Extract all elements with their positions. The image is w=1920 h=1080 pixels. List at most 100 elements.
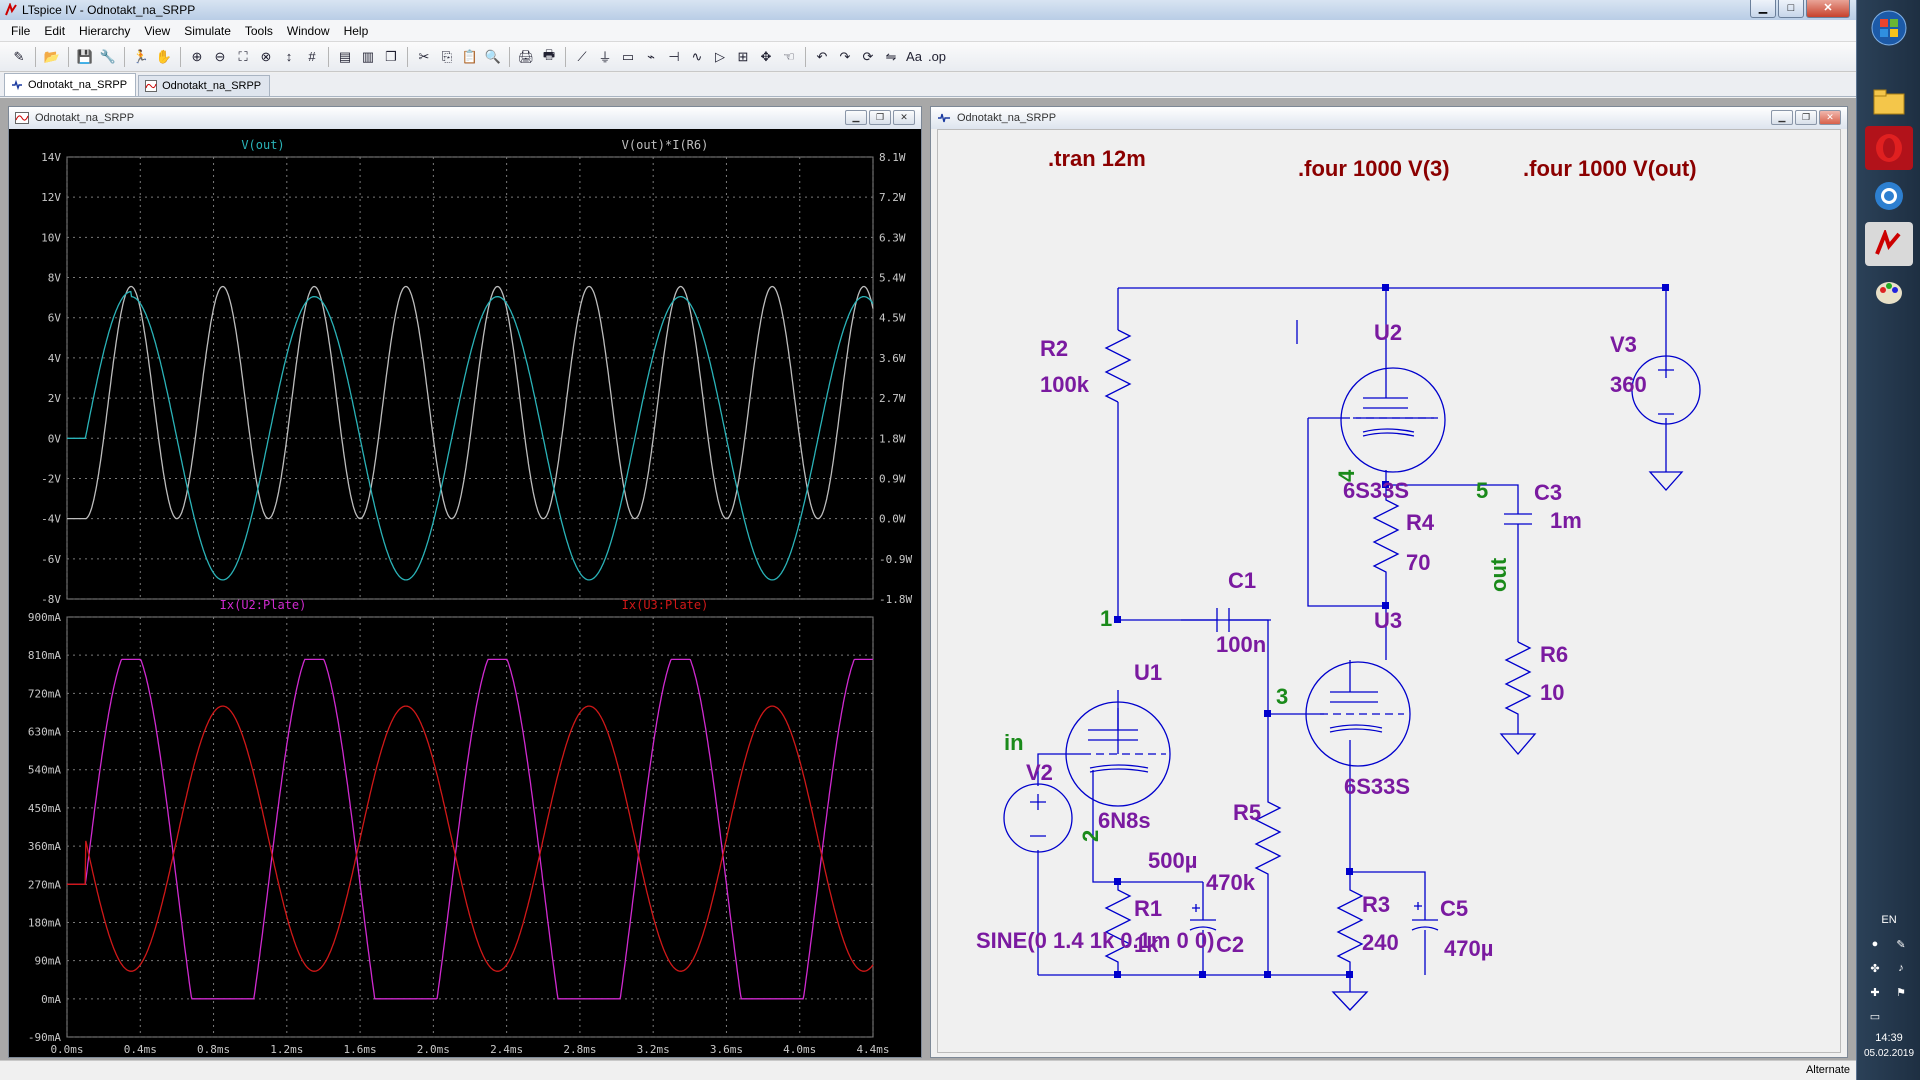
r6-value[interactable]: 10 [1540, 680, 1564, 705]
restore-button[interactable]: ❐ [869, 110, 891, 125]
r6-name[interactable]: R6 [1540, 642, 1568, 667]
directive-tran[interactable]: .tran 12m [1048, 146, 1146, 171]
wire-icon[interactable]: ⟋ [571, 46, 593, 68]
u1-value[interactable]: 6N8s [1098, 808, 1151, 833]
display-icon[interactable]: ▭ [1867, 1010, 1883, 1023]
cut-icon[interactable]: ✂ [413, 46, 435, 68]
resistor-icon[interactable]: ⌁ [640, 46, 662, 68]
move-icon[interactable]: ✥ [755, 46, 777, 68]
ltspice-icon[interactable] [1865, 222, 1913, 266]
minimize-button[interactable]: ▁ [1750, 0, 1776, 18]
zoom-out-icon[interactable]: ⊖ [209, 46, 231, 68]
trace-iu2[interactable] [67, 658, 873, 1000]
source-spec[interactable]: SINE(0 1.4 1k 0.1m 0 0) [976, 928, 1214, 953]
close-button[interactable]: ✕ [893, 110, 915, 125]
c1-value[interactable]: 100n [1216, 632, 1266, 657]
menu-window[interactable]: Window [280, 24, 337, 38]
restore-button[interactable]: ❐ [1795, 110, 1817, 125]
u3-value[interactable]: 6S33S [1344, 774, 1410, 799]
r3-value[interactable]: 240 [1362, 930, 1399, 955]
directive-four-v3[interactable]: .four 1000 V(3) [1298, 156, 1450, 181]
menu-edit[interactable]: Edit [37, 24, 72, 38]
inductor-icon[interactable]: ∿ [686, 46, 708, 68]
diode-icon[interactable]: ▷ [709, 46, 731, 68]
mirror-icon[interactable]: ⇋ [880, 46, 902, 68]
close-button[interactable]: ✕ [1819, 110, 1841, 125]
v2-name[interactable]: V2 [1026, 760, 1053, 785]
component-icon[interactable]: ⊞ [732, 46, 754, 68]
open-icon[interactable]: 📂 [41, 46, 63, 68]
new-schematic-icon[interactable]: ✎ [8, 46, 30, 68]
tile-vertical-icon[interactable]: ▥ [357, 46, 379, 68]
r2-name[interactable]: R2 [1040, 336, 1068, 361]
c5-value[interactable]: 470µ [1444, 936, 1493, 961]
language-indicator[interactable]: EN [1857, 914, 1920, 926]
skype-icon[interactable]: ● [1867, 938, 1883, 950]
net-label-1[interactable]: 1 [1100, 606, 1112, 631]
text-icon[interactable]: Aa [903, 46, 925, 68]
rotate-icon[interactable]: ⟳ [857, 46, 879, 68]
c3-name[interactable]: C3 [1534, 480, 1562, 505]
r1-value[interactable]: 1k [1134, 932, 1159, 957]
tile-horizontal-icon[interactable]: ▤ [334, 46, 356, 68]
flag-icon[interactable]: ⚑ [1893, 986, 1909, 999]
net-label-4[interactable]: 4 [1334, 469, 1359, 482]
menu-help[interactable]: Help [337, 24, 376, 38]
menu-hierarchy[interactable]: Hierarchy [72, 24, 137, 38]
paint-icon[interactable] [1865, 270, 1913, 314]
v3-value[interactable]: 360 [1610, 372, 1647, 397]
zoom-in-icon[interactable]: ⊕ [186, 46, 208, 68]
volume-icon[interactable]: ♪ [1893, 962, 1909, 974]
spice-directive-icon[interactable]: .op [926, 46, 948, 68]
clock-date[interactable]: 05.02.2019 [1857, 1048, 1920, 1059]
c5-name[interactable]: C5 [1440, 896, 1468, 921]
net-label-3[interactable]: 3 [1276, 684, 1288, 709]
copy-icon[interactable]: ⎘ [436, 46, 458, 68]
r4-name[interactable]: R4 [1406, 510, 1435, 535]
undo-icon[interactable]: ↶ [811, 46, 833, 68]
minimize-button[interactable]: ▁ [845, 110, 867, 125]
r5-name[interactable]: R5 [1233, 800, 1261, 825]
paste-icon[interactable]: 📋 [459, 46, 481, 68]
r4-value[interactable]: 70 [1406, 550, 1430, 575]
r5-value[interactable]: 470k [1206, 870, 1256, 895]
network-icon[interactable]: ✤ [1867, 962, 1883, 975]
net-label-2[interactable]: 2 [1078, 830, 1103, 842]
tab-schematic[interactable]: Odnotakt_na_SRPP [4, 73, 137, 96]
waveform-plot[interactable]: 14V 8.1W 12V 7.2W 10V 6.3W 8V 5.4W 6V 4.5W 4V 3.6W 2… [9, 129, 921, 1057]
find-icon[interactable]: 🔍 [482, 46, 504, 68]
u1-name[interactable]: U1 [1134, 660, 1162, 685]
trace-label[interactable]: Ix(U2:Plate) [220, 598, 307, 612]
trace-label[interactable]: V(out)*I(R6) [622, 138, 709, 152]
v3-name[interactable]: V3 [1610, 332, 1637, 357]
trace-label[interactable]: V(out) [241, 138, 284, 152]
save-icon[interactable]: 💾 [74, 46, 96, 68]
trace-label[interactable]: Ix(U3:Plate) [622, 598, 709, 612]
directive-four-vout[interactable]: .four 1000 V(out) [1523, 156, 1697, 181]
tab-waveform[interactable]: Odnotakt_na_SRPP [138, 75, 271, 96]
c3-value[interactable]: 1m [1550, 508, 1582, 533]
browser-icon[interactable] [1865, 174, 1913, 218]
c2-value[interactable]: 500µ [1148, 848, 1197, 873]
net-label-in[interactable]: in [1004, 730, 1024, 755]
file-manager-icon[interactable] [1865, 80, 1913, 124]
drag-icon[interactable]: ☜ [778, 46, 800, 68]
net-label-out[interactable]: out [1486, 557, 1511, 592]
label-icon[interactable]: ▭ [617, 46, 639, 68]
u2-name[interactable]: U2 [1374, 320, 1402, 345]
menu-view[interactable]: View [137, 24, 177, 38]
c1-name[interactable]: C1 [1228, 568, 1256, 593]
print-icon[interactable]: 🖶 [538, 46, 560, 68]
u3-name[interactable]: U3 [1374, 608, 1402, 633]
opera-icon[interactable] [1865, 126, 1913, 170]
close-button[interactable]: ✕ [1806, 0, 1850, 18]
menu-tools[interactable]: Tools [238, 24, 280, 38]
redo-icon[interactable]: ↷ [834, 46, 856, 68]
ground-icon[interactable]: ⏚ [594, 46, 616, 68]
grid-icon[interactable]: # [301, 46, 323, 68]
r1-name[interactable]: R1 [1134, 896, 1162, 921]
control-panel-icon[interactable]: 🔧 [97, 46, 119, 68]
net-label-5[interactable]: 5 [1476, 478, 1488, 503]
zoom-cancel-icon[interactable]: ⊗ [255, 46, 277, 68]
minimize-button[interactable]: ▁ [1771, 110, 1793, 125]
